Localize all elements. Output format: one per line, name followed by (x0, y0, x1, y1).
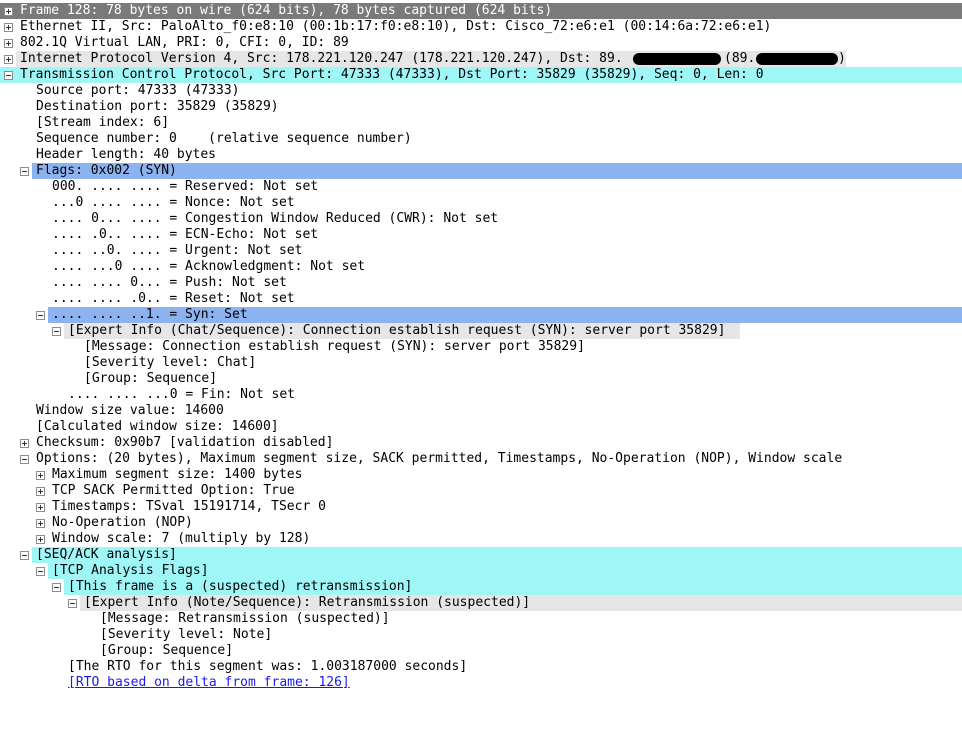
tree-row-expert-info-chat[interactable]: [Expert Info (Chat/Sequence): Connection… (0, 323, 962, 339)
tree-row-flag-cwr[interactable]: .... 0... .... = Congestion Window Reduc… (0, 211, 962, 227)
tree-row-sequence-number[interactable]: Sequence number: 0 (relative sequence nu… (0, 131, 962, 147)
expand-icon[interactable] (4, 55, 13, 64)
tree-row-flag-nonce[interactable]: ...0 .... .... = Nonce: Not set (0, 195, 962, 211)
tree-row-destination-port[interactable]: Destination port: 35829 (35829) (0, 99, 962, 115)
expand-icon[interactable] (20, 439, 29, 448)
collapse-icon[interactable] (36, 311, 45, 320)
collapse-icon[interactable] (4, 71, 13, 80)
redacted-ip-block (756, 53, 838, 65)
collapse-icon[interactable] (36, 567, 45, 576)
tree-row-option-nop[interactable]: No-Operation (NOP) (0, 515, 962, 531)
tree-row-stream-index[interactable]: [Stream index: 6] (0, 115, 962, 131)
tree-row-checksum[interactable]: Checksum: 0x90b7 [validation disabled] (0, 435, 962, 451)
tree-row-ethernet[interactable]: Ethernet II, Src: PaloAlto_f0:e8:10 (00:… (0, 19, 962, 35)
tree-row-option-mss[interactable]: Maximum segment size: 1400 bytes (0, 467, 962, 483)
packet-details-tree: Frame 128: 78 bytes on wire (624 bits), … (0, 0, 962, 744)
tree-row-option-timestamps[interactable]: Timestamps: TSval 15191714, TSecr 0 (0, 499, 962, 515)
tree-row-rto[interactable]: [The RTO for this segment was: 1.0031870… (0, 659, 962, 675)
expand-icon[interactable] (36, 487, 45, 496)
expand-icon[interactable] (36, 535, 45, 544)
tree-row-tcp[interactable]: Transmission Control Protocol, Src Port:… (0, 67, 962, 83)
tree-row-vlan[interactable]: 802.1Q Virtual LAN, PRI: 0, CFI: 0, ID: … (0, 35, 962, 51)
tree-row-flag-ack[interactable]: .... ...0 .... = Acknowledgment: Not set (0, 259, 962, 275)
tree-row-flag-syn[interactable]: .... .... ..1. = Syn: Set (0, 307, 962, 323)
tree-row-note-severity[interactable]: [Severity level: Note] (0, 627, 962, 643)
collapse-icon[interactable] (52, 583, 61, 592)
tree-row-expert-group[interactable]: [Group: Sequence] (0, 371, 962, 387)
collapse-icon[interactable] (68, 599, 77, 608)
tree-row-expert-info-note[interactable]: [Expert Info (Note/Sequence): Retransmis… (0, 595, 962, 611)
tree-row-flag-push[interactable]: .... .... 0... = Push: Not set (0, 275, 962, 291)
tree-row-seq-ack-analysis[interactable]: [SEQ/ACK analysis] (0, 547, 962, 563)
expand-icon[interactable] (4, 39, 13, 48)
redacted-ip-block (633, 53, 721, 65)
tree-row-tcp-analysis-flags[interactable]: [TCP Analysis Flags] (0, 563, 962, 579)
tree-row-note-group[interactable]: [Group: Sequence] (0, 643, 962, 659)
tree-row-calculated-window[interactable]: [Calculated window size: 14600] (0, 419, 962, 435)
collapse-icon[interactable] (20, 455, 29, 464)
tree-row-flag-reserved[interactable]: 000. .... .... = Reserved: Not set (0, 179, 962, 195)
tree-row-expert-severity[interactable]: [Severity level: Chat] (0, 355, 962, 371)
tree-row-flag-urgent[interactable]: .... ..0. .... = Urgent: Not set (0, 243, 962, 259)
tree-row-option-sack[interactable]: TCP SACK Permitted Option: True (0, 483, 962, 499)
tree-row-ipv4[interactable]: Internet Protocol Version 4, Src: 178.22… (0, 51, 962, 67)
tree-row-rto-delta-frame[interactable]: [RTO based on delta from frame: 126] (0, 675, 962, 691)
expand-icon[interactable] (4, 7, 13, 16)
tree-row-expert-message[interactable]: [Message: Connection establish request (… (0, 339, 962, 355)
tree-row-flag-ecn-echo[interactable]: .... .0.. .... = ECN-Echo: Not set (0, 227, 962, 243)
collapse-icon[interactable] (20, 551, 29, 560)
collapse-icon[interactable] (20, 167, 29, 176)
tree-row-source-port[interactable]: Source port: 47333 (47333) (0, 83, 962, 99)
tree-row-note-message[interactable]: [Message: Retransmission (suspected)] (0, 611, 962, 627)
tree-row-header-length[interactable]: Header length: 40 bytes (0, 147, 962, 163)
tree-row-options[interactable]: Options: (20 bytes), Maximum segment siz… (0, 451, 962, 467)
expand-icon[interactable] (4, 23, 13, 32)
expand-icon[interactable] (36, 471, 45, 480)
rto-delta-frame-link[interactable]: [RTO based on delta from frame: 126] (68, 675, 350, 691)
tree-row-option-window-scale[interactable]: Window scale: 7 (multiply by 128) (0, 531, 962, 547)
expand-icon[interactable] (36, 503, 45, 512)
tree-row-frame[interactable]: Frame 128: 78 bytes on wire (624 bits), … (0, 3, 962, 19)
tree-row-flags[interactable]: Flags: 0x002 (SYN) (0, 163, 962, 179)
tree-row-flag-fin[interactable]: .... .... ...0 = Fin: Not set (0, 387, 962, 403)
tree-row-window-size[interactable]: Window size value: 14600 (0, 403, 962, 419)
collapse-icon[interactable] (52, 327, 61, 336)
tree-row-flag-reset[interactable]: .... .... .0.. = Reset: Not set (0, 291, 962, 307)
expand-icon[interactable] (36, 519, 45, 528)
tree-row-retransmission[interactable]: [This frame is a (suspected) retransmiss… (0, 579, 962, 595)
